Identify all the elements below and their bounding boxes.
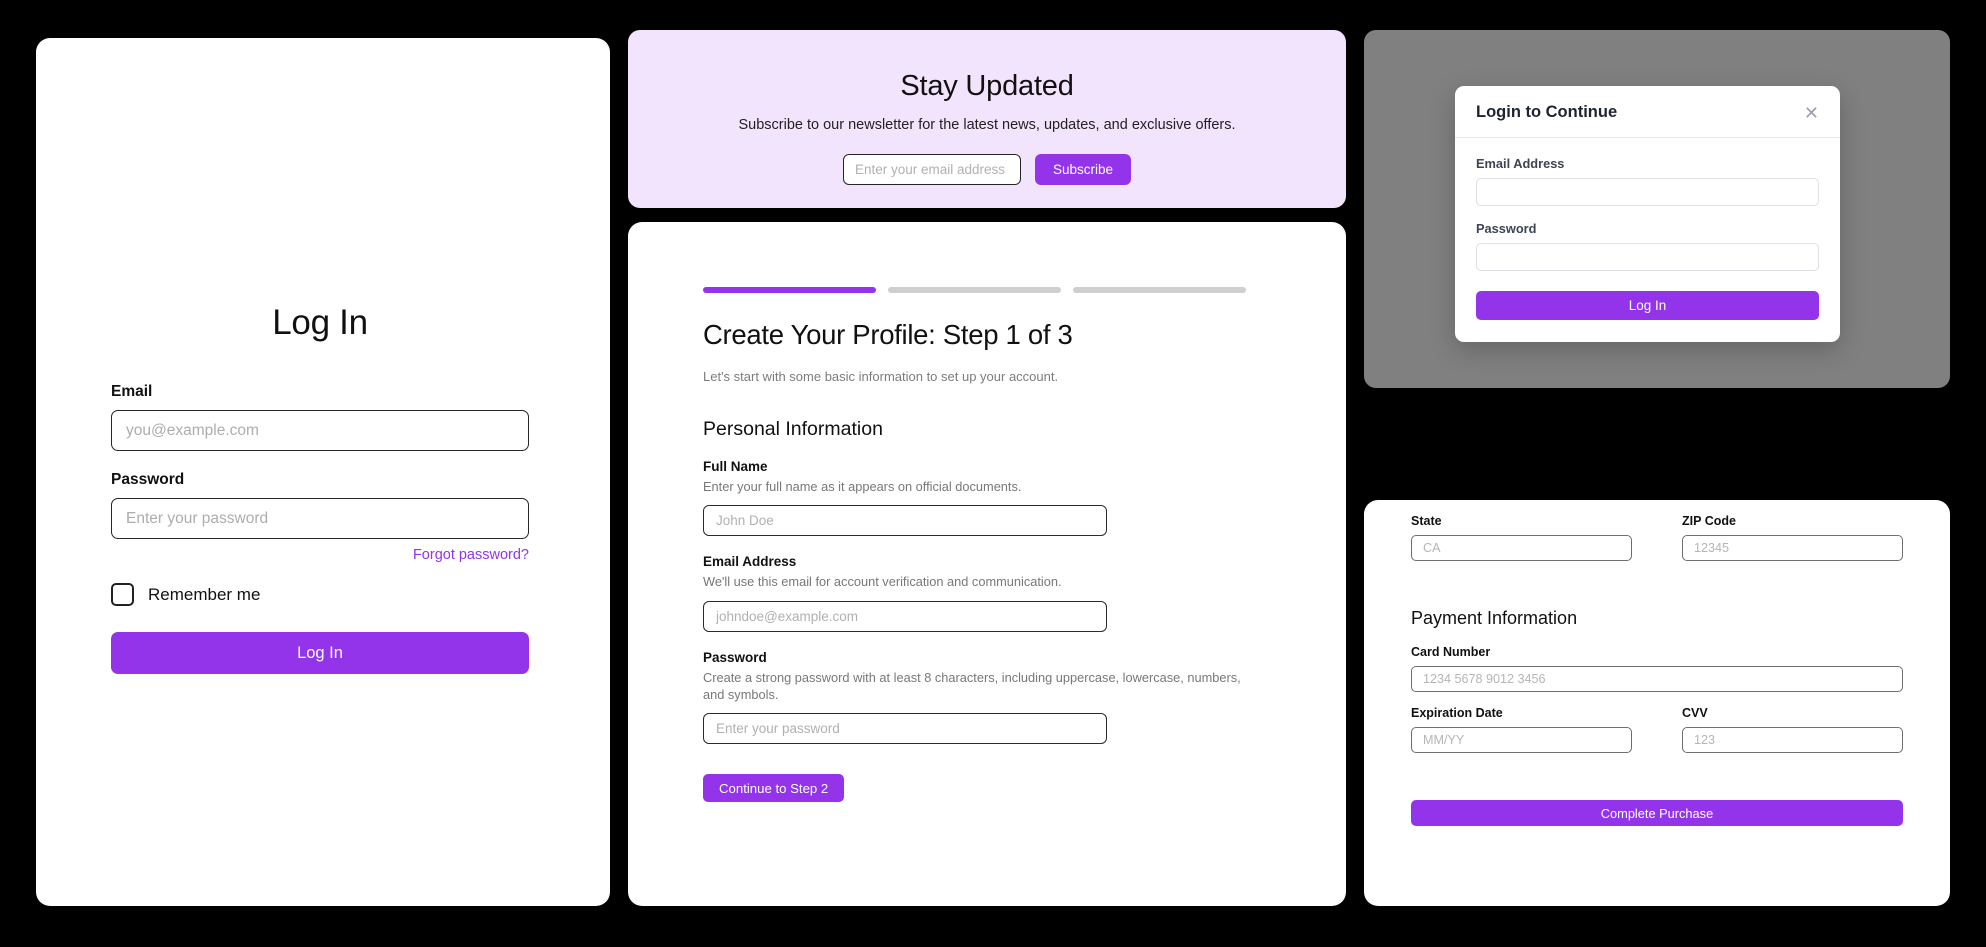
modal-email-input[interactable] bbox=[1476, 178, 1819, 206]
login-modal-dialog: Login to Continue ✕ Email Address Passwo… bbox=[1455, 86, 1840, 342]
profile-password-hint: Create a strong password with at least 8… bbox=[703, 669, 1241, 702]
modal-title: Login to Continue bbox=[1476, 103, 1618, 121]
progress-segment-3 bbox=[1073, 287, 1246, 293]
modal-overlay-panel: Login to Continue ✕ Email Address Passwo… bbox=[1364, 30, 1950, 388]
zip-code-label: ZIP Code bbox=[1682, 514, 1736, 528]
newsletter-panel: Stay Updated Subscribe to our newsletter… bbox=[628, 30, 1346, 208]
newsletter-title: Stay Updated bbox=[900, 70, 1074, 102]
payment-information-heading: Payment Information bbox=[1411, 608, 1578, 628]
login-panel: Log In Email Password Forgot password? R… bbox=[36, 38, 610, 906]
card-number-field: Card Number bbox=[1411, 645, 1903, 692]
email-address-input[interactable] bbox=[703, 600, 1107, 632]
login-password-group: Password Forgot password? bbox=[111, 471, 529, 563]
email-address-label: Email Address bbox=[703, 554, 797, 570]
forgot-password-link[interactable]: Forgot password? bbox=[111, 547, 529, 563]
card-details-row: Expiration Date CVV bbox=[1411, 706, 1903, 753]
full-name-hint: Enter your full name as it appears on of… bbox=[703, 479, 1022, 494]
continue-to-step-2-button[interactable]: Continue to Step 2 bbox=[703, 774, 845, 803]
newsletter-subscribe-button[interactable]: Subscribe bbox=[1034, 154, 1132, 185]
remember-me-checkbox[interactable] bbox=[111, 583, 134, 606]
progress-segment-1 bbox=[703, 287, 876, 293]
checkout-panel: State ZIP Code Payment Information Card … bbox=[1364, 500, 1950, 906]
login-form: Log In Email Password Forgot password? R… bbox=[111, 303, 529, 674]
newsletter-content: Stay Updated Subscribe to our newsletter… bbox=[628, 30, 1346, 185]
newsletter-subtitle: Subscribe to our newsletter for the late… bbox=[738, 117, 1236, 133]
full-name-field: Full Name Enter your full name as it app… bbox=[703, 459, 1246, 537]
modal-header: Login to Continue ✕ bbox=[1455, 86, 1840, 138]
remember-me-label: Remember me bbox=[148, 584, 261, 604]
full-name-label: Full Name bbox=[703, 459, 768, 474]
full-name-input[interactable] bbox=[703, 505, 1107, 537]
step-progress-bar bbox=[703, 287, 1246, 293]
zip-code-input[interactable] bbox=[1682, 535, 1903, 561]
newsletter-form: Subscribe bbox=[628, 154, 1346, 185]
login-password-input[interactable] bbox=[111, 498, 529, 539]
profile-wizard-panel: Create Your Profile: Step 1 of 3 Let's s… bbox=[628, 222, 1346, 906]
login-title: Log In bbox=[272, 303, 368, 342]
close-icon[interactable]: ✕ bbox=[1804, 104, 1819, 122]
email-address-hint: We'll use this email for account verific… bbox=[703, 574, 1062, 590]
modal-body: Email Address Password Log In bbox=[1455, 138, 1840, 342]
login-email-label: Email bbox=[111, 383, 153, 400]
profile-title: Create Your Profile: Step 1 of 3 bbox=[703, 319, 1073, 350]
state-input[interactable] bbox=[1411, 535, 1632, 561]
modal-login-button[interactable]: Log In bbox=[1476, 291, 1819, 320]
profile-password-input[interactable] bbox=[703, 713, 1107, 745]
screenshot-stage: Log In Email Password Forgot password? R… bbox=[0, 0, 1986, 947]
modal-password-input[interactable] bbox=[1476, 243, 1819, 271]
card-number-input[interactable] bbox=[1411, 666, 1903, 692]
expiration-date-input[interactable] bbox=[1411, 727, 1632, 753]
login-email-group: Email bbox=[111, 383, 529, 451]
checkout-content: State ZIP Code Payment Information Card … bbox=[1364, 514, 1950, 826]
expiration-date-field: Expiration Date bbox=[1411, 706, 1632, 753]
personal-information-heading: Personal Information bbox=[703, 418, 883, 440]
card-number-label: Card Number bbox=[1411, 645, 1491, 659]
login-submit-button[interactable]: Log In bbox=[111, 632, 529, 674]
login-email-input[interactable] bbox=[111, 410, 529, 451]
modal-password-label: Password bbox=[1476, 221, 1537, 236]
progress-segment-2 bbox=[888, 287, 1061, 293]
remember-me-row[interactable]: Remember me bbox=[111, 583, 529, 606]
profile-password-field: Password Create a strong password with a… bbox=[703, 650, 1246, 745]
state-label: State bbox=[1411, 514, 1442, 528]
profile-subtitle: Let's start with some basic information … bbox=[703, 369, 1059, 384]
profile-wizard-content: Create Your Profile: Step 1 of 3 Let's s… bbox=[628, 222, 1346, 803]
modal-email-label: Email Address bbox=[1476, 156, 1565, 171]
newsletter-email-input[interactable] bbox=[842, 154, 1021, 185]
complete-purchase-button[interactable]: Complete Purchase bbox=[1411, 800, 1903, 826]
expiration-date-label: Expiration Date bbox=[1411, 706, 1503, 720]
address-row: State ZIP Code bbox=[1411, 514, 1903, 561]
cvv-label: CVV bbox=[1682, 706, 1708, 720]
login-password-label: Password bbox=[111, 471, 185, 488]
state-field: State bbox=[1411, 514, 1632, 561]
zip-code-field: ZIP Code bbox=[1682, 514, 1903, 561]
profile-password-label: Password bbox=[703, 649, 767, 665]
cvv-input[interactable] bbox=[1682, 727, 1903, 753]
cvv-field: CVV bbox=[1682, 706, 1903, 753]
email-address-field: Email Address We'll use this email for a… bbox=[703, 554, 1246, 632]
